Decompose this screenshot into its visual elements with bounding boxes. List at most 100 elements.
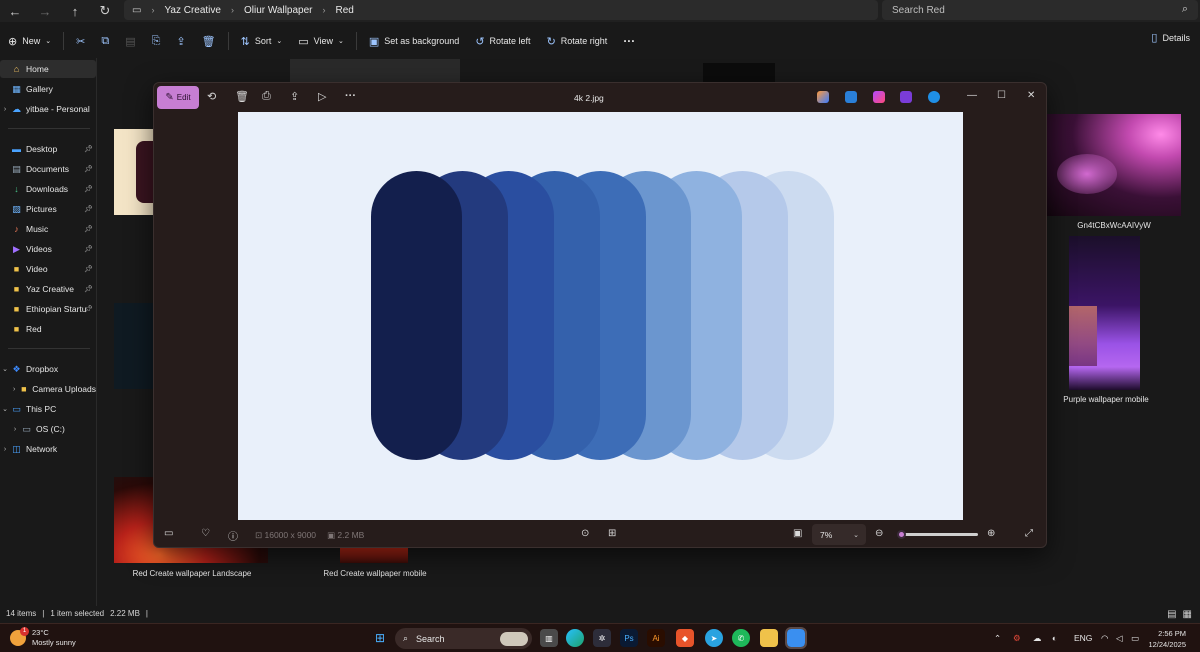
file-thumbnail[interactable] <box>290 59 460 83</box>
rotate-right-button[interactable]: ↻ Rotate right <box>539 29 616 53</box>
chevron-up-icon[interactable]: ⌃ <box>994 633 1001 644</box>
rotate-left-button[interactable]: ↺ Rotate left <box>467 29 538 53</box>
language-indicator[interactable]: ENG <box>1074 633 1092 643</box>
sidebar-item-pictures[interactable]: ▨ Pictures 📌︎ <box>0 200 96 218</box>
search-input[interactable]: Search Red ⌕ <box>882 0 1198 20</box>
visual-search-icon[interactable]: ⊙ <box>581 528 589 539</box>
details-button[interactable]: ▯ Details <box>1151 31 1190 44</box>
volume-icon[interactable]: ◁ <box>1116 633 1123 644</box>
edge-icon[interactable] <box>566 629 584 647</box>
onedrive-icon[interactable] <box>928 91 940 103</box>
share-icon[interactable]: ⇪ <box>290 90 299 103</box>
sidebar-item-desktop[interactable]: ▬ Desktop 📌︎ <box>0 140 96 158</box>
sidebar-item-yaz-creative[interactable]: ■ Yaz Creative 📌︎ <box>0 280 96 298</box>
sidebar-item-gallery[interactable]: ▦ Gallery <box>0 80 96 98</box>
sidebar-item-this-pc[interactable]: ⌄ ▭ This PC <box>0 400 96 418</box>
wifi-icon[interactable]: ◠ <box>1101 633 1108 644</box>
photoshop-icon[interactable]: Ps <box>620 629 638 647</box>
sort-button[interactable]: ⇅ Sort ⌄ <box>233 29 291 53</box>
file-explorer-icon[interactable] <box>760 629 778 647</box>
zoom-slider-thumb[interactable] <box>897 530 907 539</box>
forward-button[interactable]: → <box>30 1 60 21</box>
sidebar-item-downloads[interactable]: ↓ Downloads 📌︎ <box>0 180 96 198</box>
rename-button[interactable]: ⎘ <box>144 29 169 53</box>
refresh-button[interactable]: ↻ <box>90 1 120 21</box>
trash-icon[interactable]: 🗑︎ <box>235 90 249 103</box>
zoom-level-dropdown[interactable]: 7% ⌄ <box>812 524 866 545</box>
copilot-icon[interactable] <box>817 91 829 103</box>
file-thumbnail[interactable] <box>1069 236 1140 390</box>
heart-icon[interactable]: ♡ <box>201 528 210 539</box>
delete-button[interactable]: 🗑︎ <box>194 29 224 53</box>
copy-button[interactable]: ⧉ <box>93 29 117 53</box>
sidebar-item-dropbox[interactable]: ⌄ ❖ Dropbox <box>0 360 96 378</box>
cloud-icon[interactable]: ☁ <box>1033 633 1042 644</box>
tray-app-icon[interactable]: ◐ <box>1052 633 1057 643</box>
fit-screen-icon[interactable]: ▣ <box>793 528 802 539</box>
close-icon[interactable]: ✕ <box>1027 90 1035 101</box>
sidebar-item-documents[interactable]: ▤ Documents 📌︎ <box>0 160 96 178</box>
set-background-button[interactable]: ▣ Set as background <box>361 29 467 53</box>
minimize-icon[interactable]: — <box>967 90 977 101</box>
view-button[interactable]: ▭ View ⌄ <box>290 29 352 53</box>
sidebar-item-video[interactable]: ■ Video 📌︎ <box>0 260 96 278</box>
slideshow-icon[interactable]: ▷ <box>318 90 326 103</box>
sidebar-item-network[interactable]: › ◫ Network <box>0 440 96 458</box>
more-icon[interactable]: ··· <box>345 90 356 102</box>
filmstrip-icon[interactable]: ▭ <box>164 528 173 539</box>
photos-icon[interactable] <box>785 627 807 649</box>
back-button[interactable]: ← <box>0 1 30 21</box>
whatsapp-icon[interactable]: ✆ <box>732 629 750 647</box>
file-thumbnail[interactable] <box>114 303 154 389</box>
battery-icon[interactable]: ▭ <box>1131 633 1139 644</box>
details-view-icon[interactable]: ▤ <box>1167 609 1176 620</box>
davinci-icon[interactable]: ✲ <box>593 629 611 647</box>
sidebar-item-onedrive[interactable]: › ☁ yitbae - Personal <box>0 100 96 118</box>
sidebar-item-os-drive[interactable]: › ▭ OS (C:) <box>0 420 96 438</box>
start-icon[interactable]: ⊞ <box>371 629 389 647</box>
file-name[interactable]: Red Create wallpaper Landscape <box>114 569 270 578</box>
task-view-icon[interactable]: ▥ <box>540 629 558 647</box>
sidebar-item-ethiopian-startup[interactable]: ■ Ethiopian Startu 📌︎ <box>0 300 96 318</box>
file-name[interactable]: Red Create wallpaper mobile <box>310 569 440 578</box>
zoom-out-icon[interactable]: ⊖ <box>875 528 883 539</box>
file-thumbnail[interactable] <box>703 63 775 83</box>
clipchamp-icon[interactable] <box>900 91 912 103</box>
file-thumbnail[interactable] <box>114 129 154 215</box>
file-name[interactable]: Gn4tCBxWcAAIVyW <box>1047 221 1181 230</box>
breadcrumb-item[interactable]: Oliur Wallpaper <box>244 5 313 16</box>
weather-widget[interactable]: 1 23°C Mostly sunny <box>10 627 76 648</box>
breadcrumb[interactable]: ▭ › Yaz Creative › Oliur Wallpaper › Red <box>124 0 878 20</box>
scan-text-icon[interactable]: ⊞ <box>608 528 616 539</box>
print-icon[interactable]: ⎙ <box>262 90 271 103</box>
rotate-icon[interactable]: ⟲ <box>207 90 216 103</box>
tiles-view-icon[interactable]: ▦ <box>1183 609 1192 620</box>
edit-button[interactable]: ✎ Edit <box>157 86 199 109</box>
share-button[interactable]: ⇪ <box>168 29 193 53</box>
telegram-icon[interactable]: ➤ <box>705 629 723 647</box>
clock[interactable]: 2:56 PM 12/24/2025 <box>1148 628 1186 650</box>
more-button[interactable]: ··· <box>615 29 643 53</box>
cut-button[interactable]: ✂ <box>68 29 93 53</box>
info-icon[interactable]: ⓘ <box>228 528 238 543</box>
breadcrumb-item[interactable]: Yaz Creative <box>164 5 221 16</box>
illustrator-icon[interactable]: Ai <box>647 629 665 647</box>
maximize-icon[interactable]: ☐ <box>997 90 1006 101</box>
up-button[interactable]: ↑ <box>60 1 90 21</box>
brave-icon[interactable]: ◆ <box>676 629 694 647</box>
zoom-slider[interactable] <box>897 530 978 539</box>
app-tray-icon[interactable]: ⚙ <box>1013 633 1021 644</box>
paste-button[interactable]: ▤ <box>117 29 143 53</box>
zoom-in-icon[interactable]: ⊕ <box>987 528 995 539</box>
sidebar-item-red[interactable]: ■ Red <box>0 320 96 338</box>
sidebar-item-videos[interactable]: ▶ Videos 📌︎ <box>0 240 96 258</box>
file-name[interactable]: Purple wallpaper mobile <box>1047 395 1165 404</box>
sidebar-item-home[interactable]: ⌂ Home <box>0 60 96 78</box>
file-thumbnail[interactable] <box>1047 114 1181 216</box>
breadcrumb-item[interactable]: Red <box>336 5 354 16</box>
sidebar-item-camera-uploads[interactable]: › ■ Camera Uploads <box>0 380 96 398</box>
new-button[interactable]: ⊕ New ⌄ <box>0 29 59 53</box>
fullscreen-icon[interactable]: ⤢ <box>1025 528 1033 539</box>
file-thumbnail[interactable] <box>340 548 408 563</box>
designer-icon[interactable] <box>873 91 885 103</box>
